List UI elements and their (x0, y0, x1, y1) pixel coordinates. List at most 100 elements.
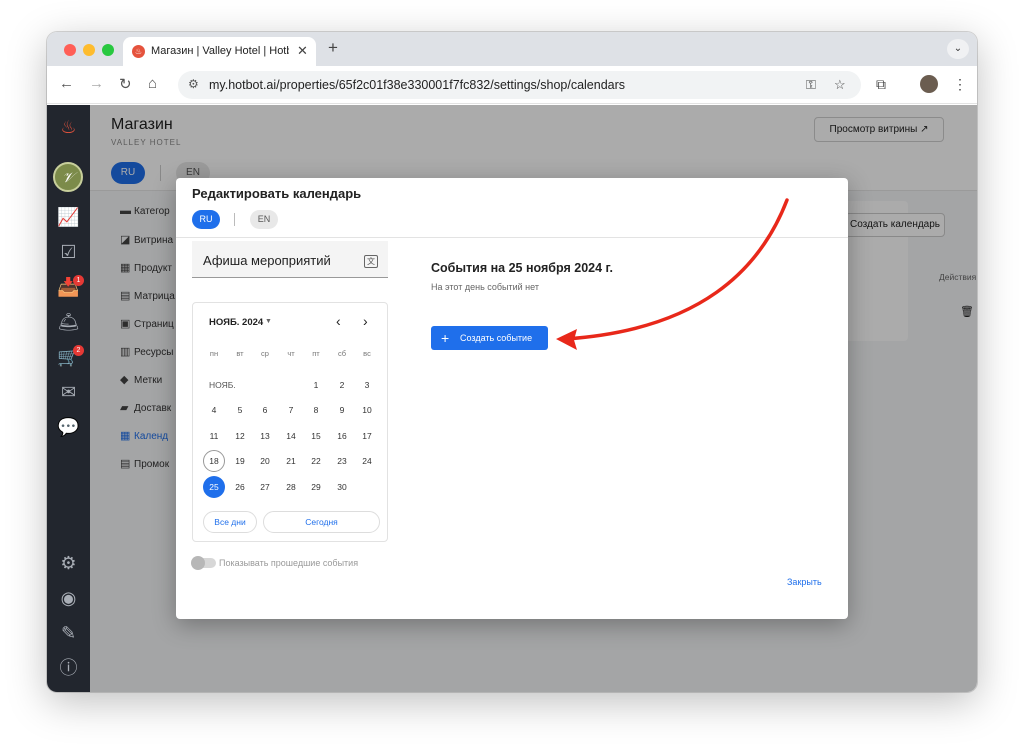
profile-avatar[interactable] (920, 75, 938, 93)
prev-month-icon[interactable]: ‹ (336, 313, 341, 329)
month-label: НОЯБ. (209, 380, 236, 390)
tab-close-icon[interactable]: ✕ (297, 43, 308, 59)
calendar-day[interactable]: 30 (331, 476, 353, 498)
password-key-icon[interactable]: ⚿ (806, 77, 816, 93)
tasks-check-icon[interactable]: ☑ (57, 241, 80, 264)
all-days-button[interactable]: Все дни (203, 511, 257, 533)
calendar-day[interactable]: 16 (331, 425, 353, 447)
calendar-day[interactable]: 24 (356, 450, 378, 472)
minimize-window-button[interactable] (83, 44, 95, 56)
settings-gear-icon[interactable]: ⚙ (57, 552, 80, 575)
date-picker: НОЯБ. 2024 ▼ ‹ › пн вт ср чт пт сб вс НО… (192, 302, 388, 542)
browser-toolbar: ← → ↻ ⌂ ⚙ my.hotbot.ai/properties/65f2c0… (47, 66, 977, 104)
weekday-label: вс (363, 349, 371, 358)
calendar-day[interactable]: 25 (203, 476, 225, 498)
translate-icon[interactable]: 文 (364, 255, 378, 268)
extensions-icon[interactable]: ⧉ (876, 76, 886, 93)
calendar-name-value: Афиша мероприятий (203, 253, 331, 268)
calendar-day[interactable]: 10 (356, 399, 378, 421)
tab-title: Магазин | Valley Hotel | Hotb (151, 45, 289, 57)
calendar-day[interactable]: 23 (331, 450, 353, 472)
close-button[interactable]: Закрыть (787, 577, 822, 587)
calendar-day[interactable]: 20 (254, 450, 276, 472)
sidebar: ♨ 𝒱 📈 ☑ 📥 1 🛎 🛒 2 ✉ 💬 ⚙ ◉ ✎ ⓘ (47, 105, 90, 692)
chat-icon[interactable]: 💬 (57, 416, 80, 439)
home-button[interactable]: ⌂ (148, 75, 157, 92)
weekday-label: сб (337, 349, 347, 358)
bookmark-star-icon[interactable]: ☆ (834, 77, 846, 93)
calendar-name-field[interactable]: Афиша мероприятий 文 (192, 241, 388, 278)
calendar-day[interactable]: 5 (229, 399, 251, 421)
calendar-day[interactable]: 21 (280, 450, 302, 472)
calendar-day[interactable]: 28 (280, 476, 302, 498)
browser-menu-icon[interactable]: ⋮ (953, 76, 967, 93)
calendar-day[interactable]: 9 (331, 399, 353, 421)
calendar-day[interactable]: 26 (229, 476, 251, 498)
events-empty-text: На этот день событий нет (431, 282, 539, 292)
tab-search-button[interactable]: ⌄ (947, 39, 969, 59)
hotbot-logo-icon[interactable]: ♨ (57, 116, 80, 139)
url-text: my.hotbot.ai/properties/65f2c01f38e33000… (209, 78, 626, 92)
calendar-day[interactable]: 12 (229, 425, 251, 447)
calendar-day[interactable]: 22 (305, 450, 327, 472)
modal-lang-divider (234, 213, 235, 226)
calendar-day[interactable]: 4 (203, 399, 225, 421)
calendar-day[interactable]: 1 (305, 374, 327, 396)
forward-button[interactable]: → (89, 75, 104, 92)
reload-button[interactable]: ↻ (119, 75, 132, 93)
weekday-label: пт (312, 349, 320, 358)
inbox-badge: 1 (73, 275, 84, 286)
weekday-label: ср (261, 349, 269, 358)
next-month-icon[interactable]: › (363, 313, 368, 329)
room-service-icon[interactable]: 🛎 (57, 311, 80, 334)
cart-badge: 2 (73, 345, 84, 356)
close-window-button[interactable] (64, 44, 76, 56)
browser-tab[interactable]: ♨ Магазин | Valley Hotel | Hotb ✕ (123, 37, 316, 66)
weekday-label: пн (209, 349, 219, 358)
property-avatar[interactable]: 𝒱 (53, 162, 83, 192)
calendar-day[interactable]: 2 (331, 374, 353, 396)
hotbot-favicon-icon: ♨ (132, 45, 145, 58)
tab-strip: ♨ Магазин | Valley Hotel | Hotb ✕ + ⌄ (47, 32, 977, 66)
mail-send-icon[interactable]: ✉ (57, 381, 80, 404)
calendar-day[interactable]: 15 (305, 425, 327, 447)
month-year-selector[interactable]: НОЯБ. 2024 (209, 317, 263, 328)
modal-lang-ru-tab[interactable]: RU (192, 210, 220, 229)
analytics-icon[interactable]: 📈 (57, 206, 80, 229)
caret-down-icon[interactable]: ▼ (265, 318, 272, 325)
calendar-day[interactable]: 6 (254, 399, 276, 421)
calendar-day[interactable]: 17 (356, 425, 378, 447)
calendar-day[interactable]: 11 (203, 425, 225, 447)
weekday-label: чт (287, 349, 295, 358)
edit-pencil-icon[interactable]: ✎ (57, 622, 80, 645)
modal-divider (176, 237, 848, 238)
calendar-day[interactable]: 29 (305, 476, 327, 498)
show-past-toggle[interactable] (191, 556, 216, 570)
site-info-icon[interactable]: ⚙ (188, 77, 199, 91)
create-event-button[interactable]: + Создать событие (431, 326, 548, 350)
plus-icon: + (441, 330, 450, 346)
events-title: События на 25 ноября 2024 г. (431, 261, 613, 275)
new-tab-button[interactable]: + (328, 38, 338, 58)
create-event-label: Создать событие (460, 333, 533, 343)
calendar-day[interactable]: 3 (356, 374, 378, 396)
edit-calendar-modal: Редактировать календарь RU EN Афиша меро… (176, 178, 848, 619)
today-button[interactable]: Сегодня (263, 511, 380, 533)
calendar-day[interactable]: 7 (280, 399, 302, 421)
show-past-label: Показывать прошедшие события (219, 558, 359, 568)
calendar-day[interactable]: 18 (203, 450, 225, 472)
back-button[interactable]: ← (59, 75, 74, 92)
account-icon[interactable]: ◉ (57, 587, 80, 610)
toggle-knob (191, 556, 205, 570)
weekday-label: вт (236, 349, 244, 358)
modal-lang-en-tab[interactable]: EN (250, 210, 278, 229)
maximize-window-button[interactable] (102, 44, 114, 56)
calendar-day[interactable]: 13 (254, 425, 276, 447)
address-bar[interactable]: ⚙ my.hotbot.ai/properties/65f2c01f38e330… (178, 71, 861, 99)
calendar-day[interactable]: 19 (229, 450, 251, 472)
modal-title: Редактировать календарь (192, 186, 362, 201)
calendar-day[interactable]: 14 (280, 425, 302, 447)
help-icon[interactable]: ⓘ (57, 657, 80, 680)
calendar-day[interactable]: 27 (254, 476, 276, 498)
calendar-day[interactable]: 8 (305, 399, 327, 421)
